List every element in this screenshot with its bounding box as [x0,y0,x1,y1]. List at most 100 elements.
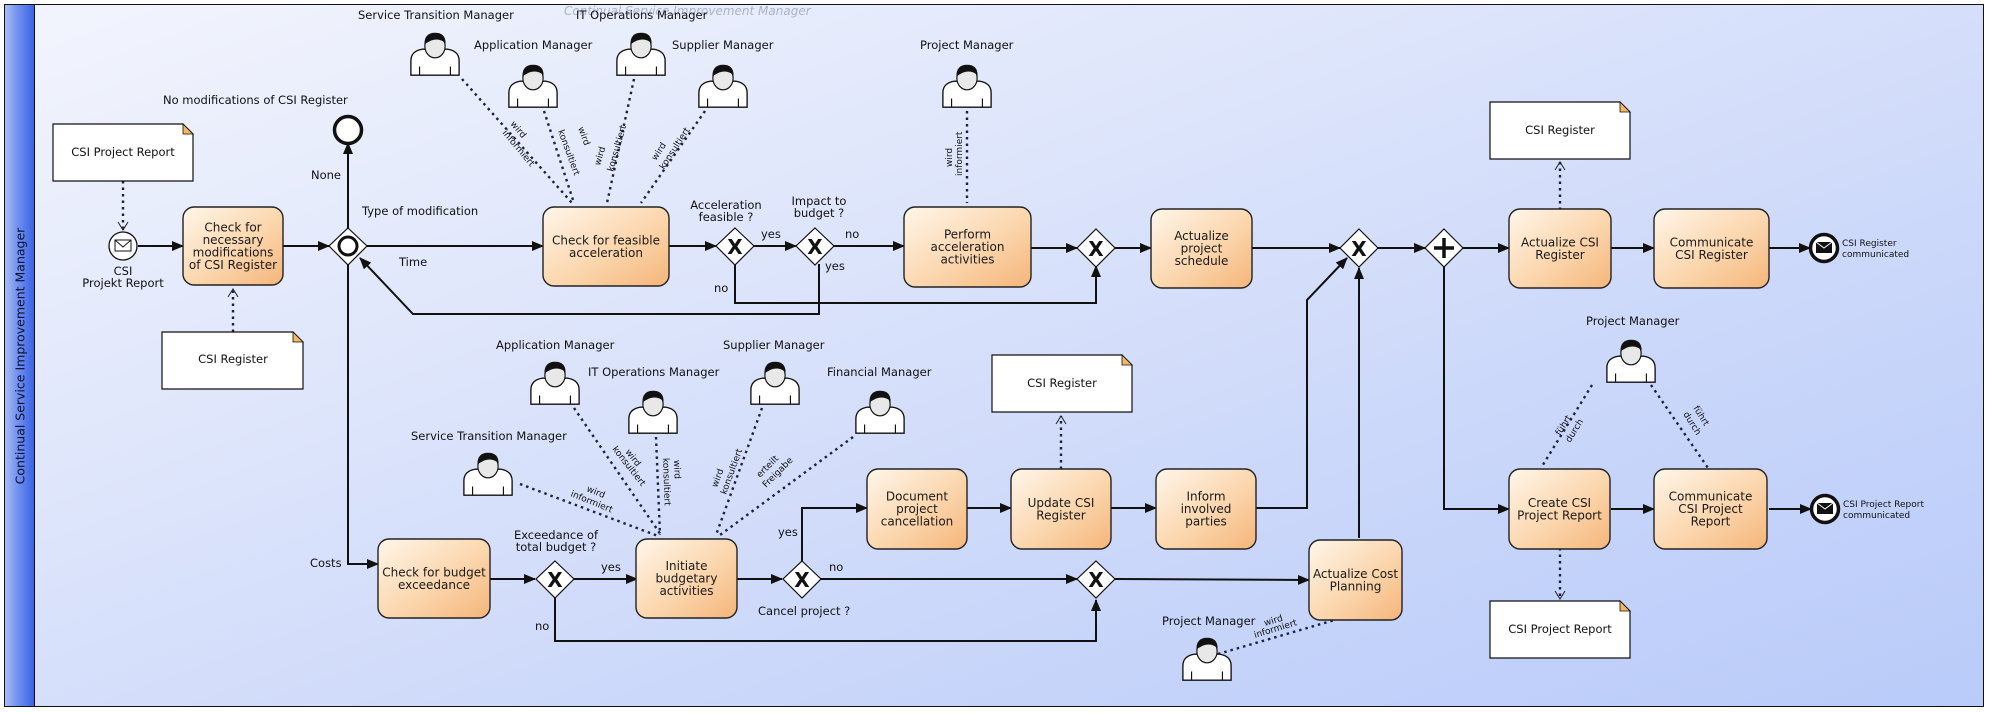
role-label: Project Manager [920,38,1014,52]
end-event-csi-register-communicated[interactable]: CSI Register communicated [1808,232,1910,264]
task-label: Project Report [1517,508,1602,522]
task-initiate-budgetary[interactable]: Initiatebudgetaryactivities [635,538,738,619]
end-event-none[interactable] [332,114,364,146]
gateway-merge-budget[interactable]: X [1076,560,1116,599]
label-no: no [714,281,728,295]
task-inform-parties[interactable]: Informinvolvedparties [1155,468,1257,550]
task-label: Planning [1330,579,1382,593]
task-create-report[interactable]: Create CSIProject Report [1508,468,1611,550]
role-application-manager[interactable]: Application Manager [474,38,593,108]
data-object-label: CSI Register [1525,123,1595,137]
task-label: Register [1535,248,1584,262]
end-event-csi-project-report-communicated[interactable]: CSI Project Report communicated [1809,493,1925,525]
relation-label: konsultiert [660,458,672,507]
task-check-modifications[interactable]: Check fornecessarymodificationsof CSI Re… [182,206,284,286]
label-yes: yes [825,259,845,273]
task-label: of CSI Register [189,258,277,272]
gateway-parallel[interactable] [1424,228,1464,268]
end-event-label: CSI Register [1842,239,1897,249]
task-perform-acceleration[interactable]: Performaccelerationactivities [903,206,1032,288]
role-label: Supplier Manager [723,338,825,352]
person-icon [750,360,800,405]
end-event-label: communicated [1842,250,1909,260]
flow-cancel-yes[interactable] [801,503,868,561]
role-service-transition-manager-bottom[interactable]: Service Transition Manager [411,429,567,496]
role-label: Service Transition Manager [411,429,567,443]
role-link [654,436,662,536]
label-yes: yes [761,227,781,241]
data-object-csi-project-report-in[interactable]: CSI Project Report [52,123,194,182]
gateway-merge-acceleration[interactable]: X [1076,228,1116,268]
label-no: no [535,619,549,633]
task-actualize-csi-register[interactable]: Actualize CSIRegister [1508,208,1612,289]
folded-corner-icon [1121,354,1133,366]
data-object-label: CSI Register [1027,376,1097,390]
task-communicate-report[interactable]: CommunicateCSI ProjectReport [1653,468,1768,550]
task-update-csi-register[interactable]: Update CSIRegister [1010,468,1112,550]
task-actualize-cost[interactable]: Actualize CostPlanning [1308,539,1403,621]
role-it-operations-manager-bottom[interactable]: IT Operations Manager [588,365,720,434]
label-costs: Costs [310,556,342,570]
gateway-cancel-project[interactable]: X [782,560,822,599]
task-communicate-csi-register[interactable]: CommunicateCSI Register [1653,208,1770,289]
data-object-csi-register-in[interactable]: CSI Register [161,331,304,390]
label-no: no [845,227,859,241]
role-label: Application Manager [474,38,593,52]
annotation-exceedance: total budget ? [516,540,596,554]
role-supplier-manager-bottom[interactable]: Supplier Manager [723,338,825,405]
annotation-type-of-modification: Type of modification [361,204,478,218]
person-icon [1606,338,1656,383]
task-actualize-schedule[interactable]: Actualizeprojectschedule [1150,208,1253,289]
x-icon: X [807,235,823,259]
gateway-exceedance-budget[interactable]: X [535,560,575,599]
role-label: Financial Manager [827,365,932,379]
flow-inform-to-merge2[interactable] [1248,257,1348,509]
task-label: acceleration [569,246,643,260]
folded-corner-icon [292,331,304,343]
x-icon: X [1088,568,1104,592]
role-project-manager-top[interactable]: Project Manager [920,38,1014,108]
role-project-manager-bottom[interactable]: Project Manager [1162,614,1256,681]
role-label: Supplier Manager [672,38,774,52]
task-label: cancellation [881,515,954,529]
gateway-merge-main[interactable]: X [1339,228,1379,268]
task-document-cancellation[interactable]: Documentprojectcancellation [866,468,968,550]
flow-costs[interactable] [347,264,379,569]
end-event-label: communicated [1843,511,1910,521]
data-object-csi-register-out-mid[interactable]: CSI Register [991,354,1133,413]
role-label: Service Transition Manager [358,8,514,22]
label-no: no [829,560,843,574]
task-label: exceedance [398,578,470,592]
x-icon: X [1088,237,1104,261]
person-icon [616,31,666,76]
role-financial-manager[interactable]: Financial Manager [827,365,932,434]
task-check-budget[interactable]: Check for budgetexceedance [377,538,491,619]
role-project-manager-right[interactable]: Project Manager [1586,314,1680,383]
flow-parallel-to-create[interactable] [1443,266,1510,514]
data-object-csi-register-out-top[interactable]: CSI Register [1489,101,1631,160]
annotation-acceleration-feasible: feasible ? [699,210,754,224]
label-time: Time [398,255,427,269]
task-check-acceleration[interactable]: Check for feasibleacceleration [542,206,670,287]
x-icon: X [1351,237,1367,261]
start-event-csi-projekt-report[interactable]: CSI Projekt Report [82,231,164,290]
task-label: activities [659,584,713,598]
task-label: schedule [1175,254,1229,268]
person-icon [410,31,460,76]
data-object-csi-project-report-out[interactable]: CSI Project Report [1489,600,1631,659]
person-icon [508,63,558,108]
relation-label: konsultiert [606,124,629,173]
role-label: Project Manager [1162,614,1256,628]
role-supplier-manager[interactable]: Supplier Manager [672,38,774,108]
data-object-label: CSI Project Report [1508,622,1612,636]
person-icon [942,63,992,108]
gateway-acceleration-feasible[interactable]: X [715,227,755,266]
person-icon [463,451,513,496]
data-object-label: CSI Register [198,352,268,366]
role-label: Application Manager [496,338,615,352]
flow-merge3-to-cost[interactable] [1114,574,1310,585]
relation-label: informiert [955,131,965,176]
task-label: activities [940,253,994,267]
label-none: None [311,168,341,182]
x-icon: X [547,568,563,592]
